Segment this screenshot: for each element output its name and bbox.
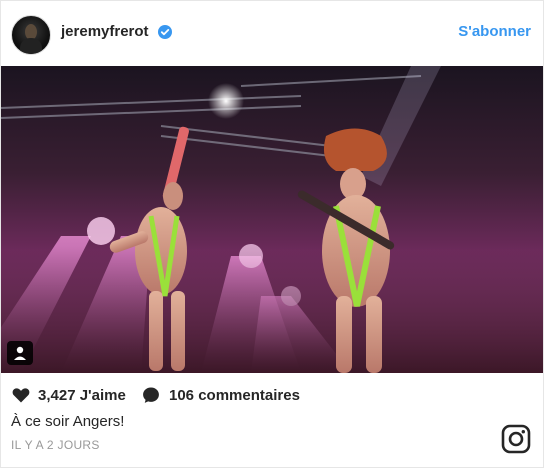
instagram-logo-icon[interactable] [501, 424, 531, 454]
comment-icon[interactable] [141, 385, 161, 405]
post-timestamp[interactable]: IL Y A 2 JOURS [11, 438, 100, 452]
profile-avatar[interactable] [11, 15, 51, 55]
post-caption: À ce soir Angers! [11, 413, 125, 430]
likes-count[interactable]: 3,427 J'aime [38, 387, 126, 404]
username-link[interactable]: jeremyfrerot [61, 23, 149, 40]
follow-button[interactable]: S'abonner [458, 23, 531, 40]
heart-icon[interactable] [11, 385, 31, 405]
user-tag-icon[interactable] [7, 341, 33, 365]
verified-badge-icon [158, 25, 172, 39]
post-header: jeremyfrerot S'abonner [1, 1, 543, 66]
post-actions: 3,427 J'aime 106 commentaires [1, 381, 543, 409]
comments-count[interactable]: 106 commentaires [169, 387, 300, 404]
instagram-embed-card: jeremyfrerot S'abonner 3,427 J'aime 106 … [0, 0, 544, 468]
post-photo[interactable] [1, 66, 543, 373]
